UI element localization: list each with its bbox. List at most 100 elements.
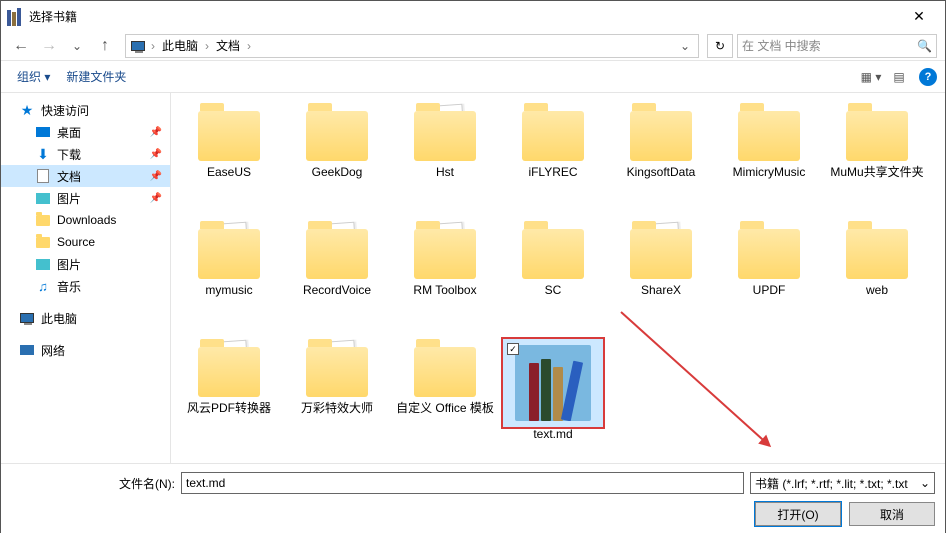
search-box[interactable]: 🔍 xyxy=(737,34,937,58)
sidebar-item-桌面[interactable]: 桌面📌 xyxy=(1,121,170,143)
sidebar-item-label: 图片 xyxy=(57,256,81,273)
folder-icon xyxy=(630,229,692,279)
pc-icon xyxy=(130,38,146,54)
folder-item-风云PDF转换器[interactable]: 风云PDF转换器 xyxy=(175,335,283,453)
pin-icon: 📌 xyxy=(150,193,162,204)
item-label: UPDF xyxy=(753,283,786,299)
folder-icon xyxy=(738,111,800,161)
pc-icon xyxy=(19,310,35,326)
desktop-icon xyxy=(35,124,51,140)
folder-icon xyxy=(198,111,260,161)
sidebar-quick-access[interactable]: ★ 快速访问 xyxy=(1,99,170,121)
folder-item-Hst[interactable]: Hst xyxy=(391,99,499,217)
new-folder-button[interactable]: 新建文件夹 xyxy=(58,64,134,89)
toolbar: 组织 ▾ 新建文件夹 ▦ ▾ ▤ ? xyxy=(1,61,945,93)
sidebar-item-label: 文档 xyxy=(57,168,81,185)
folder-item-mymusic[interactable]: mymusic xyxy=(175,217,283,335)
item-label: MuMu共享文件夹 xyxy=(830,165,923,181)
folder-item-自定义 Office 模板[interactable]: 自定义 Office 模板 xyxy=(391,335,499,453)
item-label: mymusic xyxy=(205,283,252,299)
document-icon xyxy=(35,168,51,184)
app-icon xyxy=(7,6,23,26)
sidebar-item-图片[interactable]: 图片 xyxy=(1,253,170,275)
folder-icon xyxy=(35,212,51,228)
folder-icon xyxy=(198,229,260,279)
folder-icon xyxy=(198,347,260,397)
crumb-documents[interactable]: 文档 xyxy=(214,37,242,54)
folder-item-RecordVoice[interactable]: RecordVoice xyxy=(283,217,391,335)
folder-item-RM Toolbox[interactable]: RM Toolbox xyxy=(391,217,499,335)
search-icon: 🔍 xyxy=(917,39,932,53)
folder-icon xyxy=(35,234,51,250)
preview-pane-button[interactable]: ▤ xyxy=(885,66,913,88)
sidebar: ★ 快速访问 桌面📌⬇下载📌文档📌图片📌DownloadsSource图片♫音乐… xyxy=(1,93,171,463)
item-label: iFLYREC xyxy=(528,165,577,181)
folder-item-ShareX[interactable]: ShareX xyxy=(607,217,715,335)
view-mode-button[interactable]: ▦ ▾ xyxy=(857,66,885,88)
folder-item-MuMu共享文件夹[interactable]: MuMu共享文件夹 xyxy=(823,99,931,217)
folder-icon xyxy=(738,229,800,279)
breadcrumb-dropdown[interactable]: ⌄ xyxy=(676,39,694,53)
cancel-button[interactable]: 取消 xyxy=(849,502,935,526)
breadcrumb[interactable]: › 此电脑 › 文档 › ⌄ xyxy=(125,34,699,58)
refresh-button[interactable]: ↻ xyxy=(707,34,733,58)
sidebar-this-pc[interactable]: 此电脑 xyxy=(1,307,170,329)
item-label: KingsoftData xyxy=(627,165,696,181)
sidebar-item-Source[interactable]: Source xyxy=(1,231,170,253)
file-list: EaseUS GeekDog Hst iFLYREC KingsoftData Mimic… xyxy=(171,93,945,463)
chevron-down-icon: ⌄ xyxy=(920,476,930,490)
music-icon: ♫ xyxy=(35,278,51,294)
sidebar-item-label: Downloads xyxy=(57,213,116,227)
folder-icon xyxy=(306,111,368,161)
item-label: ShareX xyxy=(641,283,681,299)
item-label: RM Toolbox xyxy=(413,283,476,299)
folder-icon xyxy=(414,111,476,161)
folder-item-SC[interactable]: SC xyxy=(499,217,607,335)
sidebar-item-音乐[interactable]: ♫ 音乐 xyxy=(1,275,170,297)
folder-item-MimicryMusic[interactable]: MimicryMusic xyxy=(715,99,823,217)
folder-item-EaseUS[interactable]: EaseUS xyxy=(175,99,283,217)
sidebar-item-下载[interactable]: ⬇下载📌 xyxy=(1,143,170,165)
filetype-filter[interactable]: 书籍 (*.lrf; *.rtf; *.lit; *.txt; *.txt ⌄ xyxy=(750,472,935,494)
filename-label: 文件名(N): xyxy=(11,475,175,492)
sidebar-item-label: 音乐 xyxy=(57,278,81,295)
item-label: Hst xyxy=(436,165,454,181)
item-label: EaseUS xyxy=(207,165,251,181)
folder-icon xyxy=(414,347,476,397)
pin-icon: 📌 xyxy=(150,171,162,182)
sidebar-item-Downloads[interactable]: Downloads xyxy=(1,209,170,231)
up-button[interactable]: ↑ xyxy=(93,34,117,58)
star-icon: ★ xyxy=(19,102,35,118)
filename-input[interactable] xyxy=(186,476,739,490)
checkbox-icon[interactable]: ✓ xyxy=(507,343,519,355)
footer: 文件名(N): 书籍 (*.lrf; *.rtf; *.lit; *.txt; … xyxy=(1,463,945,533)
item-label: RecordVoice xyxy=(303,283,371,299)
item-label: SC xyxy=(545,283,562,299)
folder-icon xyxy=(414,229,476,279)
sidebar-network[interactable]: 网络 xyxy=(1,339,170,361)
close-button[interactable]: ✕ xyxy=(899,1,939,31)
folder-item-万彩特效大师[interactable]: 万彩特效大师 xyxy=(283,335,391,453)
sidebar-item-label: 桌面 xyxy=(57,124,81,141)
folder-item-web[interactable]: web xyxy=(823,217,931,335)
sidebar-item-文档[interactable]: 文档 📌 xyxy=(1,165,170,187)
folder-item-iFLYREC[interactable]: iFLYREC xyxy=(499,99,607,217)
filename-field[interactable] xyxy=(181,472,744,494)
folder-icon xyxy=(846,229,908,279)
folder-item-KingsoftData[interactable]: KingsoftData xyxy=(607,99,715,217)
sidebar-item-label: Source xyxy=(57,235,95,249)
recent-dropdown[interactable]: ⌄ xyxy=(65,34,89,58)
file-item-text.md[interactable]: ✓text.md xyxy=(499,335,607,453)
back-button[interactable]: ← xyxy=(9,34,33,58)
sidebar-item-图片[interactable]: 图片📌 xyxy=(1,187,170,209)
forward-button[interactable]: → xyxy=(37,34,61,58)
help-button[interactable]: ? xyxy=(919,68,937,86)
organize-button[interactable]: 组织 ▾ xyxy=(9,64,58,89)
window-title: 选择书籍 xyxy=(29,8,899,25)
folder-icon xyxy=(522,229,584,279)
folder-item-UPDF[interactable]: UPDF xyxy=(715,217,823,335)
folder-item-GeekDog[interactable]: GeekDog xyxy=(283,99,391,217)
crumb-this-pc[interactable]: 此电脑 xyxy=(160,37,200,54)
open-button[interactable]: 打开(O) xyxy=(755,502,841,526)
search-input[interactable] xyxy=(742,39,917,53)
